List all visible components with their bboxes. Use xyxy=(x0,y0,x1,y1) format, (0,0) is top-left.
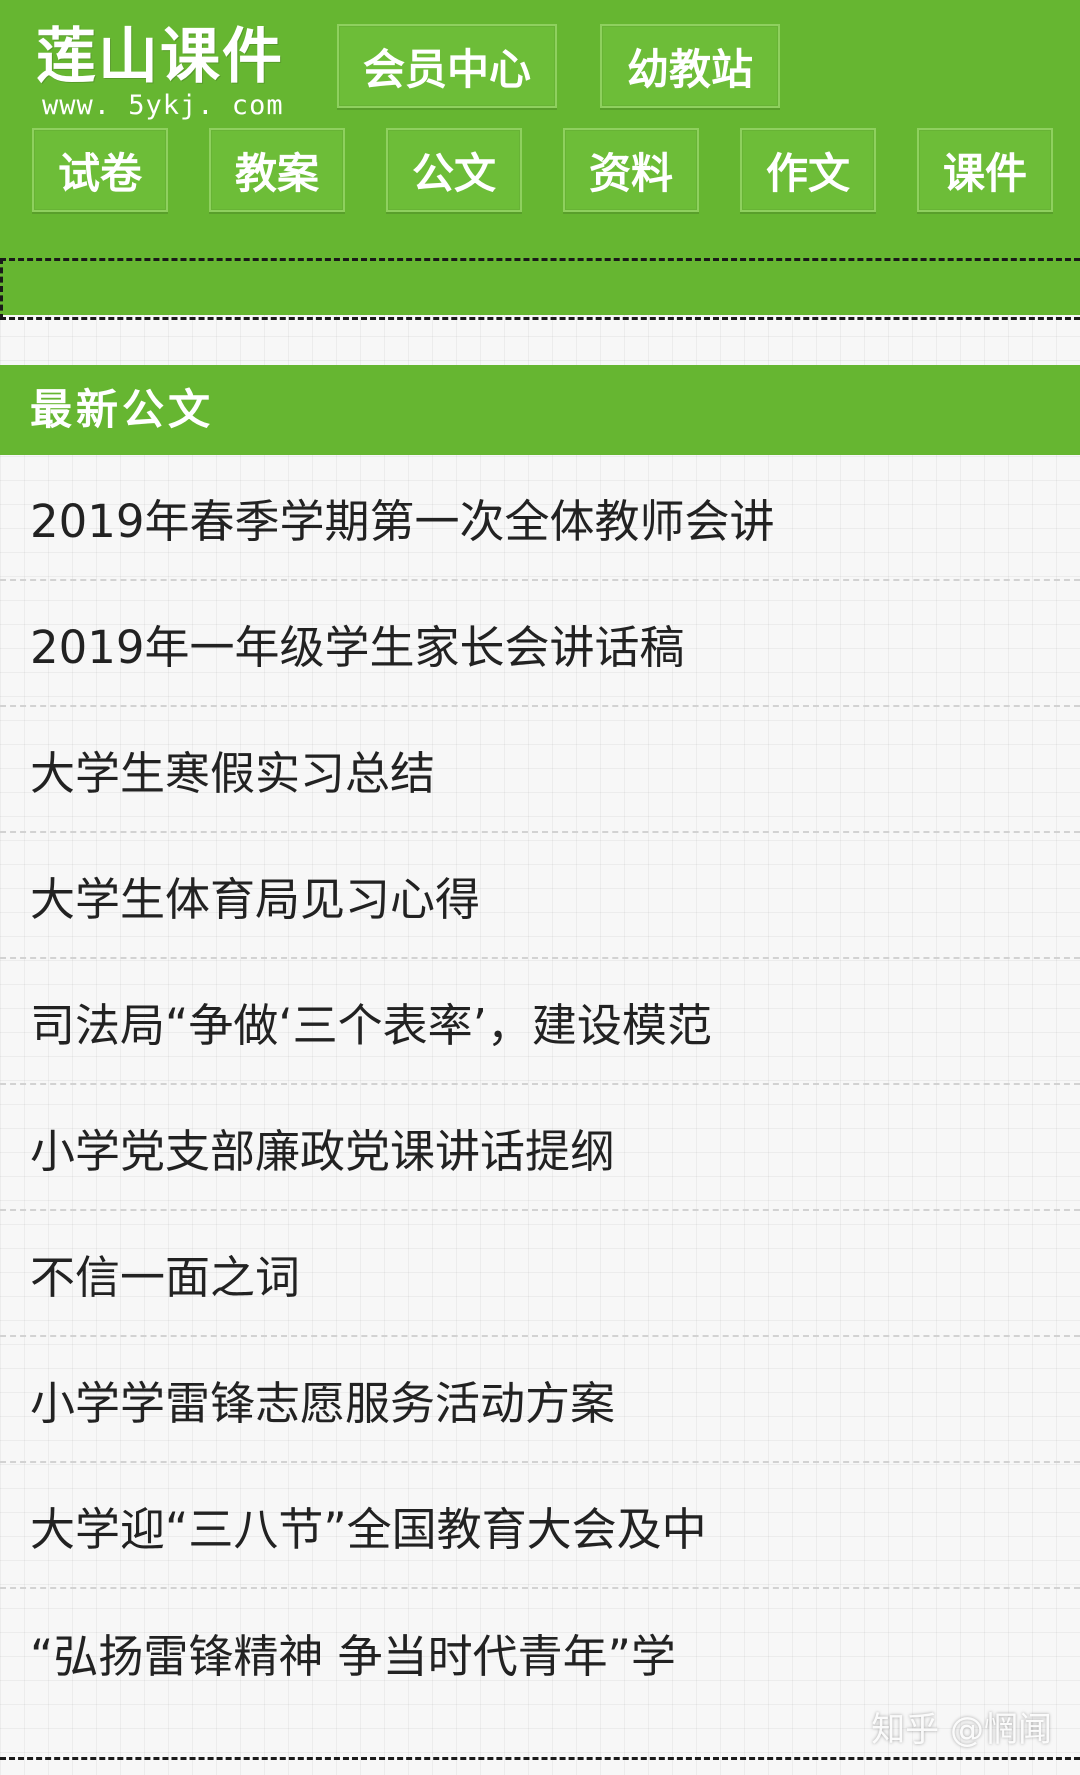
header-ad-strip xyxy=(0,258,1080,320)
section-title: 最新公文 xyxy=(0,365,1080,455)
article-link[interactable]: 2019年春季学期第一次全体教师会讲 xyxy=(0,455,1080,581)
member-center-button[interactable]: 会员中心 xyxy=(337,24,557,108)
nav-button-essays[interactable]: 作文 xyxy=(740,128,876,212)
article-link[interactable]: “弘扬雷锋精神 争当时代青年”学 xyxy=(0,1589,1080,1715)
watermark: 知乎 @惘闻 xyxy=(871,1710,1052,1750)
nav-button-courseware[interactable]: 课件 xyxy=(917,128,1053,212)
kindergarten-button[interactable]: 幼教站 xyxy=(600,24,780,108)
site-logo-url[interactable]: www. 5ykj. com xyxy=(42,90,284,122)
article-link[interactable]: 2019年一年级学生家长会讲话稿 xyxy=(0,581,1080,707)
nav-button-exam-papers[interactable]: 试卷 xyxy=(32,128,168,212)
article-link[interactable]: 小学学雷锋志愿服务活动方案 xyxy=(0,1337,1080,1463)
site-logo-title[interactable]: 莲山课件 xyxy=(36,22,284,92)
bottom-divider xyxy=(0,1757,1080,1760)
article-link[interactable]: 小学党支部廉政党课讲话提纲 xyxy=(0,1085,1080,1211)
nav-button-official-documents[interactable]: 公文 xyxy=(386,128,522,212)
header-strip-fill xyxy=(3,261,1080,311)
nav-button-materials[interactable]: 资料 xyxy=(563,128,699,212)
article-link[interactable]: 大学生体育局见习心得 xyxy=(0,833,1080,959)
article-link[interactable]: 不信一面之词 xyxy=(0,1211,1080,1337)
article-link[interactable]: 大学迎“三八节”全国教育大会及中 xyxy=(0,1463,1080,1589)
article-link[interactable]: 大学生寒假实习总结 xyxy=(0,707,1080,833)
article-list: 2019年春季学期第一次全体教师会讲 2019年一年级学生家长会讲话稿 大学生寒… xyxy=(0,455,1080,1715)
article-link[interactable]: 司法局“争做‘三个表率’，建设模范 xyxy=(0,959,1080,1085)
nav-button-lesson-plans[interactable]: 教案 xyxy=(209,128,345,212)
